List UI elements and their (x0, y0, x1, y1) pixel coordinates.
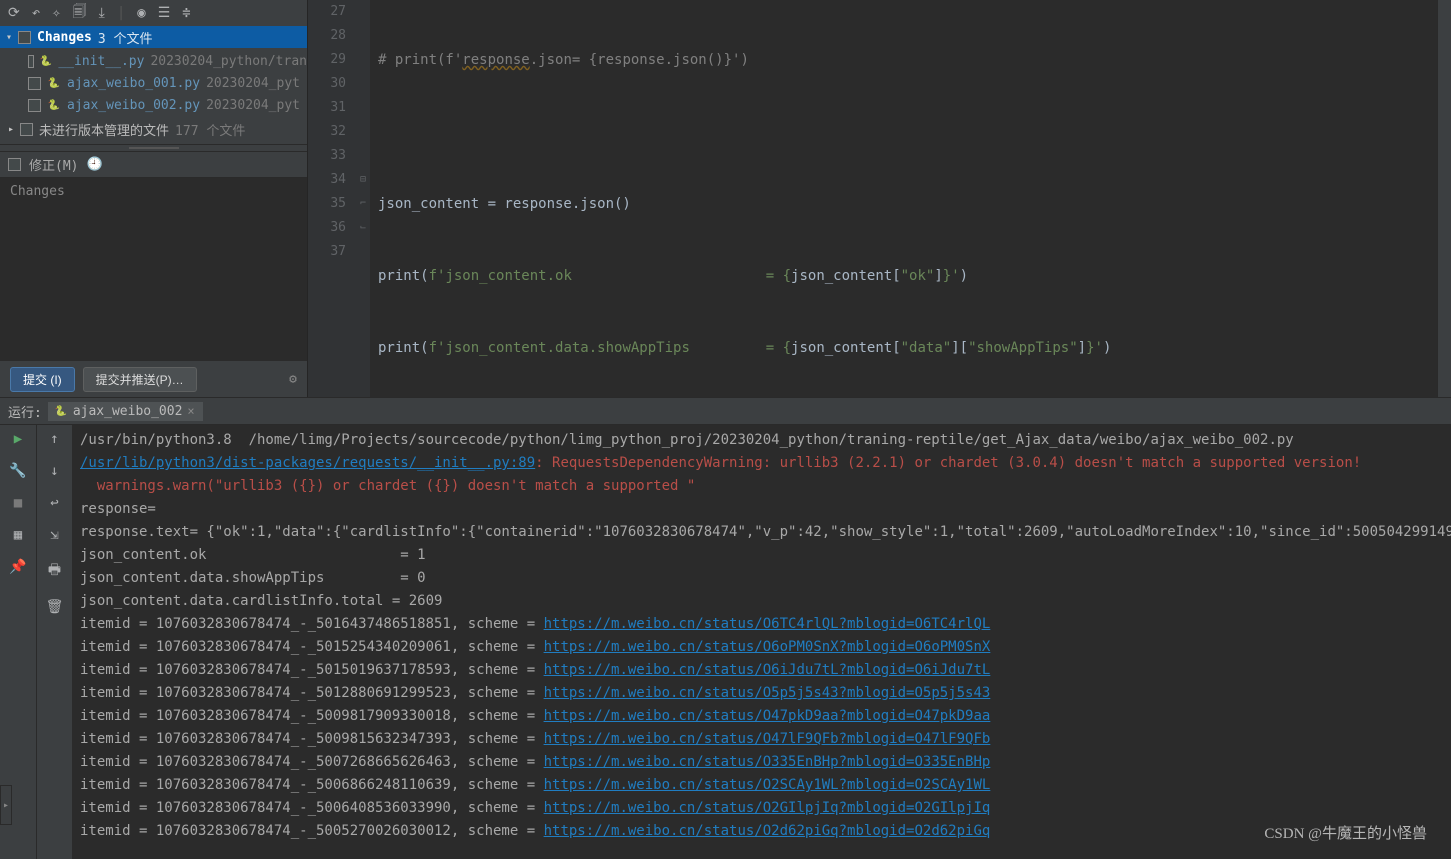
commit-button[interactable]: 提交 (I) (10, 367, 75, 392)
preview-icon[interactable]: ◉ (137, 5, 145, 21)
up-icon[interactable]: ↑ (50, 431, 58, 447)
unversioned-node[interactable]: ▸ 未进行版本管理的文件 177 个文件 (0, 118, 307, 140)
python-icon: 🐍 (47, 98, 61, 112)
file-checkbox[interactable] (28, 55, 34, 68)
close-icon[interactable]: × (187, 404, 194, 418)
file-checkbox[interactable] (28, 77, 41, 90)
refresh-icon[interactable]: ⟳ (8, 5, 20, 21)
split-grip[interactable] (0, 144, 307, 152)
gear-icon[interactable]: ⚙ (289, 372, 297, 387)
editor-scrollbar[interactable] (1437, 0, 1451, 397)
file-row[interactable]: 🐍__init__.py20230204_python/tran (28, 50, 307, 72)
watermark: CSDN @牛魔王的小怪兽 (1264, 822, 1427, 843)
sidebar-collapse-handle[interactable]: ▸ (0, 785, 12, 825)
group-icon[interactable]: ☰ (158, 5, 171, 21)
changes-label: Changes (37, 30, 92, 45)
commit-toolbar: 修正(M) 🕘 (0, 152, 307, 178)
run-label: 运行: (8, 402, 42, 421)
python-icon: 🐍 (40, 54, 52, 68)
vcs-panel: ⟳ ↶ ✧ 🗐 ⤓ | ◉ ☰ ≑ ▾ Changes 3 个文件 🐍__ini… (0, 0, 308, 397)
print-icon[interactable]: 🖶 (48, 559, 61, 583)
trash-icon[interactable]: 🗑 (46, 599, 64, 615)
commit-message-input[interactable]: Changes (0, 178, 307, 361)
run-tab[interactable]: 🐍 ajax_weibo_002 × (48, 402, 203, 421)
layout-icon[interactable]: ▦ (14, 527, 22, 543)
changelist-icon[interactable]: 🗐 (73, 1, 87, 25)
code-area[interactable]: # print(f'response.json= {response.json(… (370, 0, 1437, 397)
stop-icon[interactable]: ■ (14, 495, 22, 511)
python-icon: 🐍 (47, 76, 61, 90)
history-icon[interactable]: 🕘 (86, 157, 102, 172)
scroll-icon[interactable]: ⇲ (50, 527, 58, 543)
unversioned-checkbox[interactable] (20, 123, 33, 136)
shelve-icon[interactable]: ⤓ (99, 5, 105, 21)
console-output[interactable]: /usr/bin/python3.8 /home/limg/Projects/s… (72, 425, 1451, 859)
python-icon: 🐍 (54, 404, 68, 418)
rerun-icon[interactable]: ▶ (14, 431, 22, 447)
rollback-icon[interactable]: ↶ (32, 5, 40, 21)
gutter: 2728293031323334353637 (308, 0, 356, 397)
editor[interactable]: 2728293031323334353637 ⊟⌐⌙ # print(f'res… (308, 0, 1451, 397)
amend-checkbox[interactable] (8, 158, 21, 171)
run-toolwindow-header: 运行: 🐍 ajax_weibo_002 × (0, 397, 1451, 425)
fold-gutter: ⊟⌐⌙ (356, 0, 370, 397)
chevron-down-icon: ▾ (6, 32, 12, 43)
changes-node[interactable]: ▾ Changes 3 个文件 (0, 26, 307, 48)
file-row[interactable]: 🐍ajax_weibo_001.py20230204_pyt (28, 72, 307, 94)
wrap-icon[interactable]: ↩ (50, 495, 58, 511)
vcs-toolbar: ⟳ ↶ ✧ 🗐 ⤓ | ◉ ☰ ≑ (0, 0, 307, 26)
settings-icon[interactable]: 🔧 (9, 463, 26, 479)
down-icon[interactable]: ↓ (50, 463, 58, 479)
pin-icon[interactable]: 📌 (9, 559, 26, 575)
changes-count: 3 个文件 (98, 28, 153, 47)
chevron-right-icon: ▸ (8, 124, 14, 135)
expand-icon[interactable]: ≑ (182, 5, 190, 21)
file-row[interactable]: 🐍ajax_weibo_002.py20230204_pyt (28, 94, 307, 116)
file-checkbox[interactable] (28, 99, 41, 112)
changes-checkbox[interactable] (18, 31, 31, 44)
changed-files-list: 🐍__init__.py20230204_python/tran 🐍ajax_w… (0, 48, 307, 118)
commit-push-button[interactable]: 提交并推送(P)… (83, 367, 197, 392)
diff-icon[interactable]: ✧ (52, 5, 60, 21)
run-tool-column-2: ↑ ↓ ↩ ⇲ 🖶 🗑 (36, 425, 72, 859)
